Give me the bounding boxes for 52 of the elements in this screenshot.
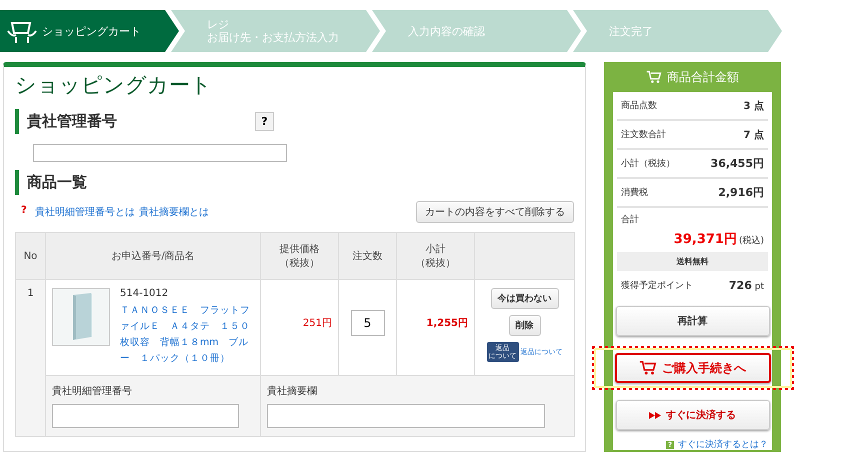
points-value: 726 bbox=[728, 279, 752, 292]
column-header: お申込番号/商品名 bbox=[111, 251, 195, 262]
help-link[interactable]: すぐに決済するとは？ bbox=[678, 438, 768, 451]
total-amount: 39,371円 bbox=[674, 231, 737, 248]
double-arrow-icon bbox=[649, 412, 661, 418]
table-cell: 1 bbox=[16, 280, 46, 436]
help-button[interactable]: ? bbox=[255, 112, 274, 131]
clear-cart-button[interactable]: カートの内容をすべて削除する bbox=[416, 201, 574, 223]
free-shipping-label: 送料無料 bbox=[617, 252, 768, 271]
checkout-step: レジ お届け先・お支払方法入力 bbox=[171, 10, 380, 52]
help-link[interactable]: 貴社摘要欄とは bbox=[138, 205, 209, 219]
quick-pay-button[interactable]: すぐに決済する bbox=[616, 400, 770, 430]
checkout-step: 入力内容の確認 bbox=[372, 10, 581, 52]
field-label: 貴社明細管理番号 bbox=[52, 384, 133, 398]
delete-button[interactable]: 削除 bbox=[508, 315, 540, 336]
quantity-field[interactable]: 5 bbox=[350, 310, 384, 336]
section-heading: 商品一覧 bbox=[15, 170, 255, 195]
summary-label: 合計 bbox=[621, 215, 639, 225]
summary-label: 商品点数 bbox=[621, 100, 657, 112]
column-header: No bbox=[24, 250, 38, 262]
help-link[interactable]: 貴社明細管理番号とは bbox=[34, 205, 135, 219]
cart-icon bbox=[639, 360, 657, 376]
memo-field[interactable] bbox=[267, 404, 545, 428]
field-label: 貴社摘要欄 bbox=[267, 384, 318, 398]
company-number-field[interactable] bbox=[33, 144, 287, 162]
help-mark: ? bbox=[21, 205, 27, 218]
subtotal: 1,255円 bbox=[425, 317, 468, 330]
checkout-step: ショッピングカート bbox=[0, 10, 179, 52]
cart-icon bbox=[646, 70, 662, 84]
summary-value: 36,455円 bbox=[710, 156, 764, 171]
checkout-button[interactable]: ご購入手続きへ bbox=[614, 353, 770, 383]
summary-label: 小計（税抜） bbox=[621, 158, 675, 170]
column-header: 小計 （税抜） bbox=[416, 244, 456, 269]
save-for-later-button[interactable]: 今は買わない bbox=[490, 288, 558, 309]
product-code: 514-1012 bbox=[120, 288, 168, 299]
checkout-step: 注文完了 bbox=[573, 10, 782, 52]
column-header: 注文数 bbox=[352, 251, 382, 262]
summary-title: 商品合計金額 bbox=[667, 68, 739, 86]
recalculate-button[interactable]: 再計算 bbox=[616, 306, 770, 336]
detail-number-field[interactable] bbox=[52, 404, 239, 428]
unit-price: 251円 bbox=[302, 317, 332, 330]
summary-value: 2,916円 bbox=[718, 185, 764, 200]
page-title: ショッピングカート bbox=[15, 72, 213, 99]
summary-value: 7 点 bbox=[744, 128, 764, 142]
summary-label: 注文数合計 bbox=[621, 128, 666, 141]
summary-value: 3 点 bbox=[744, 100, 764, 112]
tax-note: (税込) bbox=[738, 234, 764, 247]
summary-label: 獲得予定ポイント bbox=[621, 280, 693, 292]
product-name-link[interactable]: ＴＡＮＯＳＥＥ フラットファイルＥ Ａ４タテ １５０枚収容 背幅１８mm ブルー １パック（１０冊） bbox=[120, 303, 254, 367]
summary-label: 消費税 bbox=[621, 186, 648, 199]
column-header: 提供価格 （税抜） bbox=[280, 244, 320, 269]
points-unit: pt bbox=[754, 282, 764, 292]
